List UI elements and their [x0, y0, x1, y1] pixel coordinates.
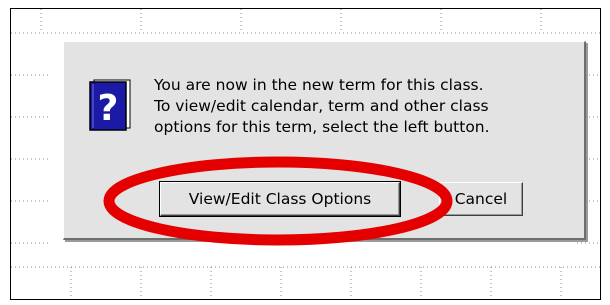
dialog-message: You are now in the new term for this cla… — [154, 75, 574, 138]
cancel-button[interactable]: Cancel — [439, 182, 523, 216]
message-line: To view/edit calendar, term and other cl… — [154, 97, 489, 115]
svg-text:?: ? — [98, 88, 119, 129]
help-book-icon: ? — [89, 79, 131, 131]
view-edit-class-options-button[interactable]: View/Edit Class Options — [159, 181, 401, 217]
message-dialog: ? You are now in the new term for this c… — [63, 41, 586, 240]
message-line: You are now in the new term for this cla… — [154, 76, 484, 94]
screenshot-frame: ? You are now in the new term for this c… — [10, 8, 601, 300]
message-line: options for this term, select the left b… — [154, 118, 490, 136]
